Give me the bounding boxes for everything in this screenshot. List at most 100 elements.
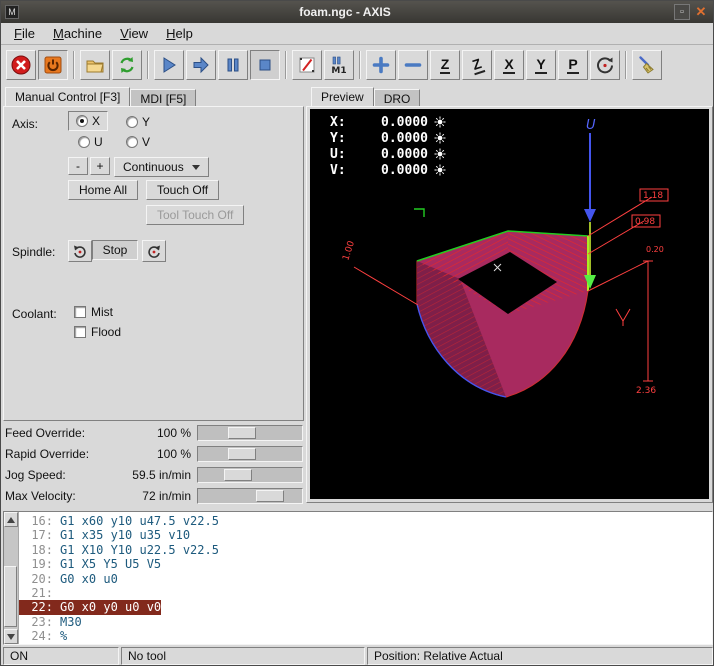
radio-y-icon	[126, 116, 138, 128]
rapid-override-slider[interactable]	[197, 446, 303, 462]
jog-minus-button[interactable]: -	[68, 157, 88, 175]
axis-u-label: U	[94, 135, 103, 149]
stop-icon	[254, 54, 276, 76]
axis-radio-y[interactable]: Y	[126, 115, 150, 129]
menu-machine[interactable]: Machine	[44, 24, 111, 43]
home-all-button[interactable]: Home All	[68, 180, 138, 200]
gcode-line[interactable]: 24:%	[19, 629, 712, 643]
rapid-override-value: 100 %	[109, 447, 197, 461]
scroll-up-icon[interactable]	[4, 512, 18, 527]
jog-plus-button[interactable]: +	[90, 157, 110, 175]
zoom-in-button[interactable]	[366, 50, 396, 80]
menu-view[interactable]: View	[111, 24, 157, 43]
clear-plot-button[interactable]	[632, 50, 662, 80]
view-z-rotated-button[interactable]: Z	[462, 50, 492, 80]
skip-lines-toggle[interactable]	[292, 50, 322, 80]
open-file-button[interactable]	[80, 50, 110, 80]
spindle-label: Spindle:	[12, 245, 55, 259]
scrollbar-trough[interactable]	[4, 527, 18, 629]
gcode-line[interactable]: 17:G1 x35 y10 u35 v10	[19, 528, 712, 542]
feed-override-slider[interactable]	[197, 425, 303, 441]
spindle-cw-button[interactable]	[142, 240, 166, 262]
slider-handle[interactable]	[228, 448, 256, 460]
menu-file[interactable]: File	[5, 24, 44, 43]
view-z-button[interactable]: Z	[430, 50, 460, 80]
toolbar-separator	[285, 51, 287, 79]
view-y-button[interactable]: Y	[526, 50, 556, 80]
tab-manual-control[interactable]: Manual Control [F3]	[5, 87, 130, 106]
preview-canvas[interactable]: X: 0.0000 Y: 0.0000 U: 0.0000 V: 0.0000	[310, 109, 709, 499]
svg-text:2.36: 2.36	[636, 386, 656, 396]
titlebar[interactable]: M foam.ngc - AXIS ▫ ✕	[1, 1, 713, 23]
window-icon: M	[5, 5, 19, 19]
perspective-view-icon: P	[567, 57, 578, 74]
gcode-line[interactable]: 23:M30	[19, 615, 712, 629]
step-button[interactable]	[186, 50, 216, 80]
jog-speed-value: 59.5 in/min	[109, 468, 197, 482]
feed-override-label: Feed Override:	[5, 426, 109, 440]
jog-mode-dropdown[interactable]: Continuous	[114, 157, 209, 177]
gcode-line[interactable]: 21:	[19, 586, 712, 600]
scroll-down-icon[interactable]	[4, 629, 18, 644]
rotate-icon	[594, 54, 616, 76]
toolbar-separator	[625, 51, 627, 79]
scrollbar-thumb[interactable]	[4, 566, 17, 627]
rapid-override-label: Rapid Override:	[5, 447, 109, 461]
svg-text:0.20: 0.20	[646, 245, 664, 254]
stop-button[interactable]	[250, 50, 280, 80]
reload-button[interactable]	[112, 50, 142, 80]
axis-radio-u[interactable]: U	[78, 135, 103, 149]
mist-checkbox[interactable]: Mist	[74, 305, 113, 319]
max-velocity-label: Max Velocity:	[5, 489, 109, 503]
pause-icon	[222, 54, 244, 76]
gcode-scrollbar[interactable]	[4, 512, 19, 644]
flood-label: Flood	[91, 325, 121, 339]
pause-button[interactable]	[218, 50, 248, 80]
gcode-line-active[interactable]: 22:G0 x0 y0 u0 v0	[19, 600, 712, 614]
menu-help[interactable]: Help	[157, 24, 202, 43]
flood-checkbox-icon	[74, 326, 86, 338]
spindle-ccw-button[interactable]	[68, 240, 92, 262]
jog-mode-value: Continuous	[123, 160, 184, 174]
toolbar-separator	[73, 51, 75, 79]
touch-off-button[interactable]: Touch Off	[146, 180, 219, 200]
slider-handle[interactable]	[224, 469, 252, 481]
tab-preview[interactable]: Preview	[311, 87, 374, 106]
axis-radio-v[interactable]: V	[126, 135, 150, 149]
toolbar-separator	[359, 51, 361, 79]
svg-text:1.00: 1.00	[341, 240, 357, 262]
svg-text:1.18: 1.18	[643, 191, 663, 201]
run-button[interactable]	[154, 50, 184, 80]
tab-dro[interactable]: DRO	[374, 89, 421, 106]
view-perspective-button[interactable]: P	[558, 50, 588, 80]
flood-checkbox[interactable]: Flood	[74, 325, 121, 339]
radio-v-icon	[126, 136, 138, 148]
zoom-out-button[interactable]	[398, 50, 428, 80]
axis-x-label: X	[92, 114, 100, 128]
slider-handle[interactable]	[228, 427, 256, 439]
max-velocity-row: Max Velocity: 72 in/min	[5, 487, 303, 505]
machine-power-button[interactable]	[38, 50, 68, 80]
gcode-line[interactable]: 16:G1 x60 y10 u47.5 v22.5	[19, 514, 712, 528]
tool-touch-off-button: Tool Touch Off	[146, 205, 244, 225]
plus-icon	[370, 54, 392, 76]
slider-handle[interactable]	[256, 490, 284, 502]
optional-pause-toggle[interactable]: M1	[324, 50, 354, 80]
tab-mdi[interactable]: MDI [F5]	[130, 89, 196, 106]
max-velocity-value: 72 in/min	[109, 489, 197, 503]
gcode-line[interactable]: 19:G1 X5 Y5 U5 V5	[19, 557, 712, 571]
spindle-stop-button[interactable]: Stop	[92, 240, 138, 260]
close-icon[interactable]: ✕	[693, 4, 709, 20]
view-x-button[interactable]: X	[494, 50, 524, 80]
rotate-view-button[interactable]	[590, 50, 620, 80]
gcode-line[interactable]: 20:G0 x0 u0	[19, 572, 712, 586]
estop-button[interactable]	[6, 50, 36, 80]
gcode-line[interactable]: 18:G1 X10 Y10 u22.5 v22.5	[19, 543, 712, 557]
jog-speed-slider[interactable]	[197, 467, 303, 483]
mist-checkbox-icon	[74, 306, 86, 318]
axis-radio-x[interactable]: X	[68, 111, 108, 131]
shade-button[interactable]: ▫	[674, 4, 690, 20]
max-velocity-slider[interactable]	[197, 488, 303, 504]
play-icon	[158, 54, 180, 76]
z-view-icon: Z	[440, 57, 451, 74]
